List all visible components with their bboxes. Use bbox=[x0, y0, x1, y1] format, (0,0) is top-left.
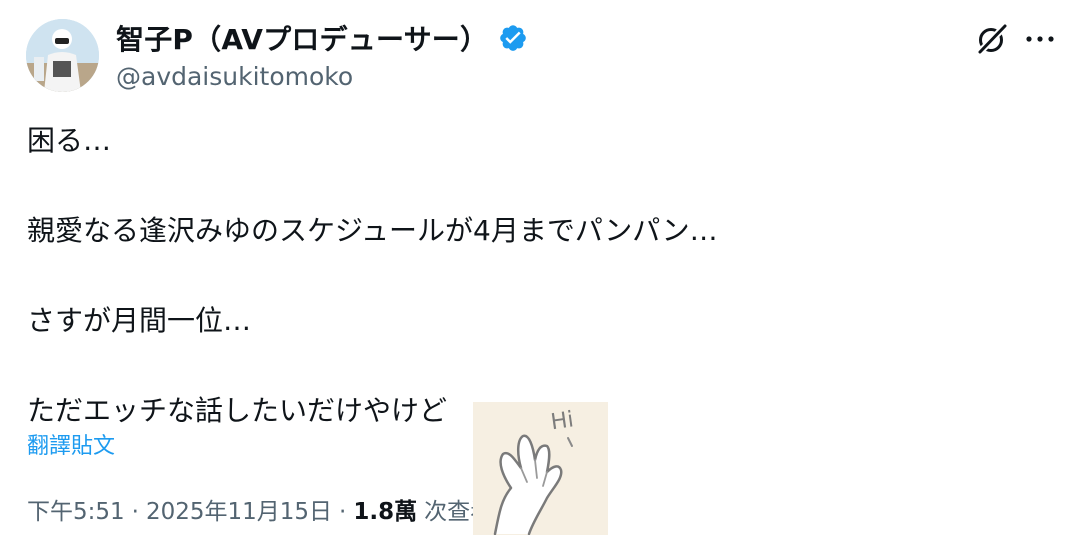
tweet-text-blank-line bbox=[27, 343, 1057, 388]
tweet-meta: 下午5:51 · 2025年11月15日 · 1.8萬 次查看 bbox=[27, 492, 493, 526]
tweet-text-line: 困る… bbox=[27, 124, 112, 157]
tweet-text-line: 親愛なる逢沢みゆのスケジュールが4月までパンパン… bbox=[27, 214, 718, 247]
post-time[interactable]: 下午5:51 bbox=[27, 492, 125, 526]
post-date[interactable]: 2025年11月15日 bbox=[146, 492, 332, 526]
verified-badge-icon[interactable] bbox=[498, 23, 528, 53]
author-name-row: 智子P（AVプロデューサー） bbox=[116, 18, 528, 58]
author-info: 智子P（AVプロデューサー） @avdaisukitomoko bbox=[116, 18, 528, 91]
tweet-text-blank-line bbox=[27, 163, 1057, 208]
avatar-photo-icon bbox=[26, 19, 99, 92]
views-label: 次查看 bbox=[424, 499, 494, 525]
tweet-text-line: さすが月間一位… bbox=[27, 304, 252, 337]
more-options-icon[interactable] bbox=[1024, 26, 1056, 52]
avatar[interactable] bbox=[26, 19, 99, 92]
grok-icon[interactable] bbox=[976, 23, 1008, 55]
tweet-detail: 智子P（AVプロデューサー） @avdaisukitomoko 困る… 親愛なる… bbox=[0, 0, 1080, 535]
tweet-text: 困る… 親愛なる逢沢みゆのスケジュールが4月までパンパン… さすが月間一位… た… bbox=[27, 118, 1057, 433]
display-name[interactable]: 智子P（AVプロデューサー） bbox=[116, 18, 488, 58]
meta-separator: · bbox=[131, 499, 139, 525]
translate-post-link[interactable]: 翻譯貼文 bbox=[27, 428, 115, 460]
views-count[interactable]: 1.8萬 bbox=[353, 492, 417, 526]
tweet-text-line: ただエッチな話したいだけやけど bbox=[27, 394, 448, 427]
meta-separator: · bbox=[339, 499, 347, 525]
tweet-text-blank-line bbox=[27, 253, 1057, 298]
author-handle[interactable]: @avdaisukitomoko bbox=[116, 62, 528, 91]
